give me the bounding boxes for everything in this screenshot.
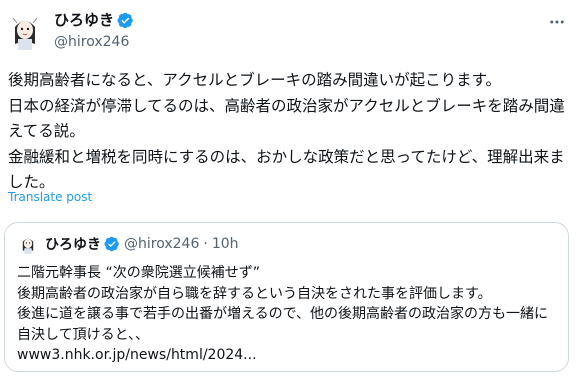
tweet-text: 後期高齢者になると、アクセルとブレーキの踏み間違いが起こります。 日本の経済が停…: [8, 71, 565, 191]
verified-badge-icon: [117, 12, 134, 29]
quoted-separator: ·: [203, 236, 208, 252]
author-avatar[interactable]: [4, 10, 46, 52]
quoted-author-avatar: [17, 233, 39, 255]
quoted-tweet-text: 二階元幹事長 “次の衆院選立候補せず” 後期高齢者の政治家が自ら職を辞するという…: [17, 265, 549, 363]
quoted-tweet-card[interactable]: ひろゆき @hirox246 · 10h 二階元幹事長 “次の衆院選立候補せず”…: [4, 222, 569, 372]
quoted-handle: @hirox246: [124, 236, 200, 252]
quoted-display-name: ひろゆき: [45, 237, 101, 253]
quoted-tweet-header: ひろゆき @hirox246 · 10h: [17, 233, 239, 255]
more-dots-icon[interactable]: [547, 12, 567, 32]
quoted-timestamp: 10h: [211, 236, 239, 252]
author-display-name[interactable]: ひろゆき: [54, 10, 114, 30]
verified-badge-icon: [104, 236, 120, 252]
tweet-header: ひろゆき @hirox246: [0, 0, 581, 60]
translate-post-link[interactable]: Translate post: [8, 190, 92, 204]
author-handle[interactable]: @hirox246: [54, 33, 129, 51]
